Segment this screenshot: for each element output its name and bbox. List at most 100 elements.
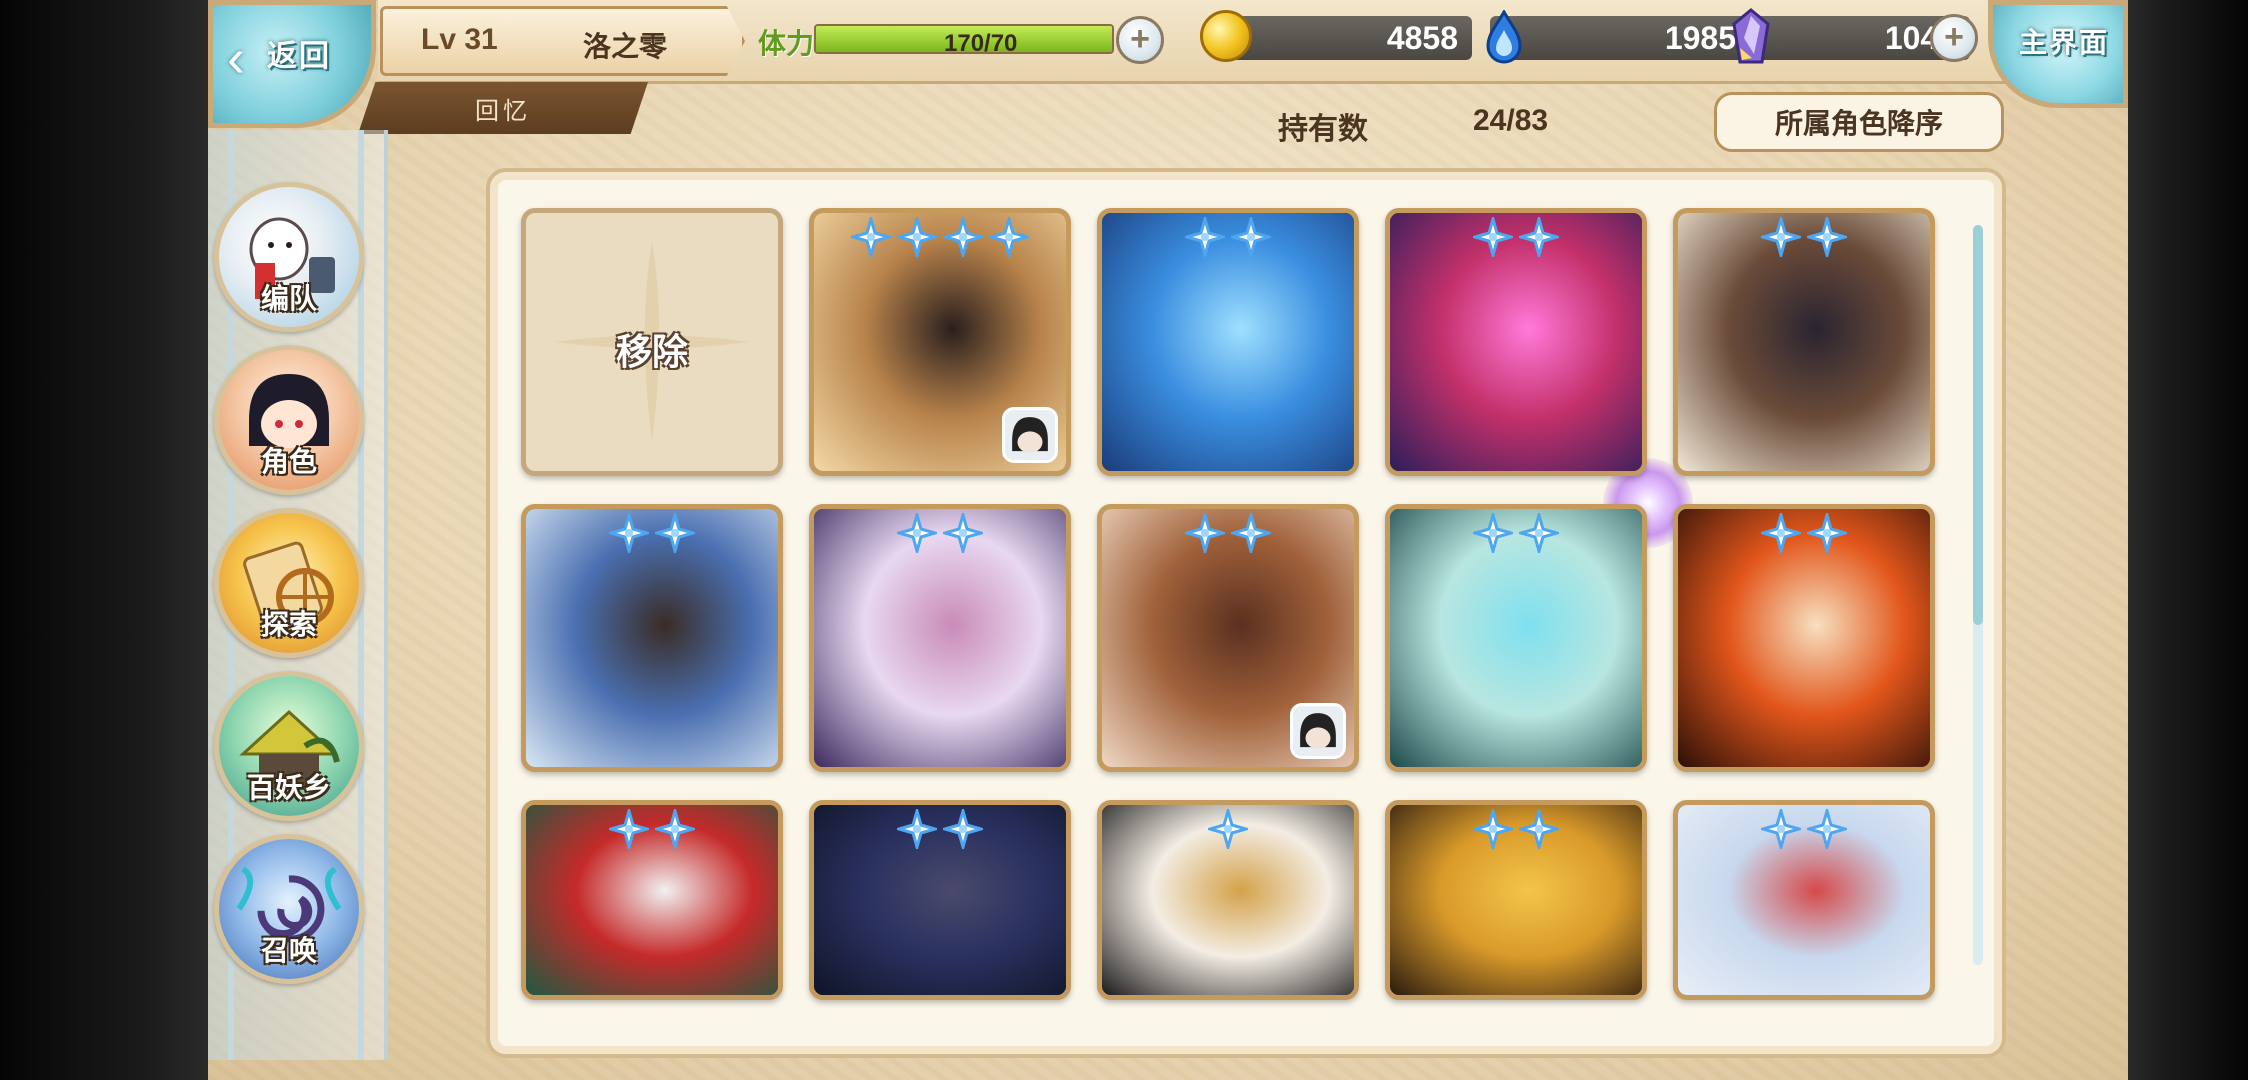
scrollbar-thumb[interactable]: [1973, 225, 1983, 625]
star-icon: [1181, 213, 1229, 261]
star-icon: [1757, 213, 1805, 261]
memory-card[interactable]: [1097, 504, 1359, 772]
home-button[interactable]: 主界面: [1988, 0, 2128, 108]
star-icon: [1515, 213, 1563, 261]
owned-count-value: 24/83: [1473, 104, 1549, 137]
owned-count-label: 持有数: [1278, 113, 1368, 146]
owner-avatar-icon: [1290, 703, 1346, 759]
back-label: 返回: [267, 40, 331, 73]
sort-button[interactable]: 所属角色降序: [1714, 92, 2004, 152]
star-icon: [1803, 509, 1851, 557]
gold-value: 4858: [1386, 20, 1458, 56]
add-stamina-button[interactable]: +: [1116, 16, 1164, 64]
card-stars: [814, 509, 1066, 557]
nav-character-label: 角色: [260, 446, 317, 477]
stamina-meter: 体力 170/70: [758, 14, 1138, 66]
letterbox-left: [0, 0, 208, 1080]
stamina-label: 体力: [758, 28, 815, 59]
crystal-icon: [1732, 8, 1770, 64]
spirit-counter: 1985: [1486, 10, 1750, 64]
back-button[interactable]: ‹ 返回: [208, 0, 376, 128]
nav-explore[interactable]: 探索: [214, 508, 364, 658]
card-stars: [1390, 509, 1642, 557]
star-icon: [1515, 805, 1563, 853]
card-stars: [526, 509, 778, 557]
star-icon: [939, 805, 987, 853]
memory-card[interactable]: [1673, 504, 1935, 772]
section-title: 回忆: [475, 97, 531, 125]
nav-team[interactable]: 编队: [214, 182, 364, 332]
star-icon: [893, 213, 941, 261]
card-stars: [1678, 805, 1930, 853]
section-title-tab: 回忆: [358, 82, 648, 134]
stamina-value: 170/70: [944, 30, 1018, 57]
star-icon: [1757, 805, 1805, 853]
star-icon: [847, 213, 895, 261]
nav-team-label: 编队: [260, 283, 317, 314]
nav-explore-label: 探索: [260, 609, 317, 640]
star-icon: [605, 805, 653, 853]
spirit-value: 1985: [1664, 20, 1736, 56]
nav-village-label: 百妖乡: [246, 772, 331, 803]
memory-card[interactable]: [1385, 504, 1647, 772]
gold-coin-icon: [1200, 10, 1252, 62]
nav-village[interactable]: 百妖乡: [214, 671, 364, 821]
player-info-plate: Lv 31 洛之零: [380, 6, 745, 76]
sort-label: 所属角色降序: [1774, 108, 1943, 139]
star-icon: [893, 805, 941, 853]
memory-card[interactable]: [809, 504, 1071, 772]
nav-character[interactable]: 角色: [214, 345, 364, 495]
card-stars: [1678, 509, 1930, 557]
card-stars: [814, 805, 1066, 853]
home-label: 主界面: [2019, 27, 2110, 58]
memory-card[interactable]: [1385, 208, 1647, 476]
memory-card[interactable]: [809, 800, 1071, 1000]
owner-avatar-icon: [1002, 407, 1058, 463]
card-stars: [814, 213, 1066, 261]
star-icon: [1227, 213, 1275, 261]
star-icon: [985, 213, 1033, 261]
letterbox-right: [2128, 0, 2248, 1080]
remove-label: 移除: [615, 331, 688, 372]
memory-card[interactable]: [1673, 800, 1935, 1000]
memory-card[interactable]: [1673, 208, 1935, 476]
star-icon: [1469, 213, 1517, 261]
memory-card[interactable]: [521, 800, 783, 1000]
nav-summon-label: 召唤: [260, 935, 317, 966]
game-screen: ‹ 返回 Lv 31 洛之零 回忆 体力 170/70 + 4858 1985 …: [208, 0, 2128, 1080]
star-icon: [1204, 805, 1252, 853]
star-icon: [651, 509, 699, 557]
nav-summon[interactable]: 召唤: [214, 834, 364, 984]
star-icon: [651, 805, 699, 853]
star-icon: [1757, 509, 1805, 557]
card-stars: [1102, 509, 1354, 557]
card-stars: [1678, 213, 1930, 261]
star-icon: [1469, 805, 1517, 853]
star-icon: [1181, 509, 1229, 557]
card-stars: [526, 805, 778, 853]
add-crystal-button[interactable]: +: [1930, 14, 1978, 62]
player-level: Lv 31: [421, 23, 498, 56]
blue-flame-icon: [1486, 10, 1522, 64]
star-icon: [939, 213, 987, 261]
card-stars: [1102, 213, 1354, 261]
player-name: 洛之零: [583, 31, 668, 62]
star-icon: [605, 509, 653, 557]
memory-card[interactable]: [1385, 800, 1647, 1000]
card-stars: [1102, 805, 1354, 853]
star-icon: [1803, 213, 1851, 261]
card-stars: [1390, 213, 1642, 261]
memory-card[interactable]: [1097, 800, 1359, 1000]
star-icon: [1227, 509, 1275, 557]
memory-card[interactable]: [809, 208, 1071, 476]
memory-card[interactable]: [1097, 208, 1359, 476]
card-stars: [1390, 805, 1642, 853]
star-icon: [939, 509, 987, 557]
star-icon: [893, 509, 941, 557]
gold-counter: 4858: [1200, 10, 1472, 62]
grid-scrollbar[interactable]: [1973, 225, 1983, 965]
star-icon: [1803, 805, 1851, 853]
star-icon: [1515, 509, 1563, 557]
memory-card[interactable]: [521, 504, 783, 772]
remove-card[interactable]: 移除: [521, 208, 783, 476]
